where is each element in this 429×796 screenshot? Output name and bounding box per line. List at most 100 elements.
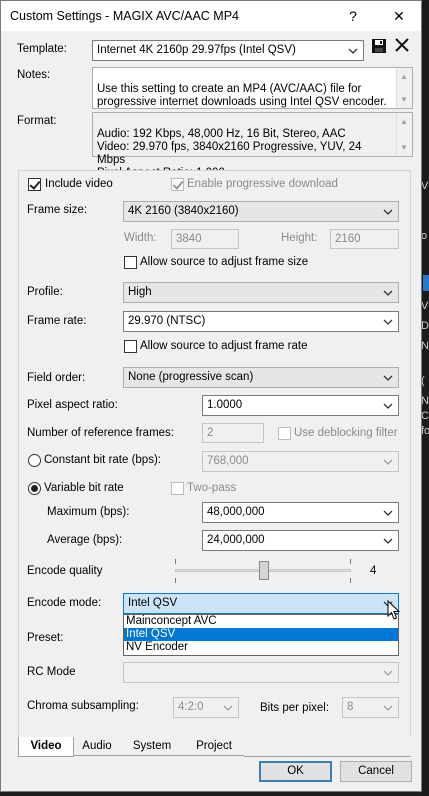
include-video-checkbox[interactable] (28, 178, 41, 191)
chroma-label: Chroma subsampling: (27, 700, 139, 712)
progressive-download-label[interactable]: Enable progressive download (187, 178, 338, 190)
chevron-down-icon (383, 319, 393, 325)
background-fragment: N (421, 395, 429, 407)
notes-scrollbar[interactable]: ▲ ▼ (396, 68, 412, 108)
avg-bitrate-value: 24,000,000 (207, 534, 265, 546)
field-order-label: Field order: (27, 372, 86, 384)
encode-mode-label: Encode mode: (27, 597, 102, 609)
chroma-value: 4:2:0 (178, 701, 204, 713)
tab-audio[interactable]: Audio (74, 737, 120, 756)
mouse-cursor-icon (387, 600, 401, 620)
rc-mode-select[interactable] (123, 662, 399, 683)
bpp-select[interactable]: 8 (342, 697, 399, 718)
template-select[interactable]: Internet 4K 2160p 29.97fps (Intel QSV) (92, 40, 364, 61)
notes-text: Use this setting to create an MP4 (AVC/A… (97, 83, 387, 108)
vbr-label[interactable]: Variable bit rate (44, 482, 124, 494)
tab-system[interactable]: System (120, 737, 184, 756)
chevron-down-icon (383, 510, 393, 516)
encode-mode-option[interactable]: NV Encoder (124, 641, 398, 654)
chevron-down-icon (383, 403, 393, 409)
chevron-down-icon (383, 209, 393, 215)
avg-bitrate-label: Average (bps): (47, 534, 123, 546)
close-button[interactable]: ✕ (381, 4, 417, 28)
help-button[interactable]: ? (335, 4, 371, 28)
encode-mode-select[interactable]: Intel QSV (123, 593, 399, 614)
slider-tick-end-bottom (350, 578, 351, 583)
title-bar[interactable]: Custom Settings - MAGIX AVC/AAC MP4 ? ✕ (1, 1, 421, 31)
width-field[interactable]: 3840 (171, 229, 239, 249)
height-value: 2160 (335, 233, 361, 245)
max-bitrate-label: Maximum (bps): (47, 506, 130, 518)
floppy-disk-icon[interactable] (371, 38, 387, 54)
frame-rate-select[interactable]: 29.970 (NTSC) (123, 311, 399, 332)
background-fragment: fo (421, 425, 429, 437)
allow-frame-size-label[interactable]: Allow source to adjust frame size (140, 256, 308, 268)
progressive-download-checkbox[interactable] (171, 178, 184, 191)
encode-quality-label: Encode quality (27, 565, 103, 577)
tab-project[interactable]: Project (184, 737, 244, 756)
field-order-select[interactable]: None (progressive scan) (123, 367, 399, 388)
deblocking-label[interactable]: Use deblocking filter (294, 427, 398, 439)
encode-mode-option[interactable]: Mainconcept AVC (124, 615, 398, 628)
deblocking-checkbox[interactable] (278, 427, 291, 440)
allow-frame-rate-checkbox[interactable] (124, 340, 137, 353)
encode-mode-option-selected[interactable]: Intel QSV (124, 628, 398, 641)
frame-size-select[interactable]: 4K 2160 (3840x2160) (123, 201, 399, 222)
bpp-label: Bits per pixel: (260, 702, 330, 714)
background-fragment: C (421, 410, 429, 422)
ref-frames-label: Number of reference frames: (27, 427, 175, 439)
two-pass-checkbox[interactable] (171, 482, 184, 495)
preset-label: Preset: (27, 632, 64, 644)
chevron-down-icon (383, 538, 393, 544)
pixel-aspect-label: Pixel aspect ratio: (27, 399, 118, 411)
cbr-radio[interactable] (28, 454, 41, 467)
encode-mode-value: Intel QSV (128, 597, 178, 609)
encode-quality-value: 4 (370, 565, 377, 577)
cancel-button[interactable]: Cancel (340, 761, 412, 782)
chevron-down-icon (223, 705, 233, 711)
width-value: 3840 (176, 233, 202, 245)
cbr-label[interactable]: Constant bit rate (bps): (44, 454, 161, 466)
height-field[interactable]: 2160 (330, 229, 399, 249)
frame-size-label: Frame size: (27, 204, 88, 216)
format-textbox: Audio: 192 Kbps, 48,000 Hz, 16 Bit, Ster… (92, 112, 413, 179)
tabs-divider (244, 756, 411, 757)
frame-size-value: 4K 2160 (3840x2160) (128, 205, 239, 217)
tab-video[interactable]: Video (18, 737, 74, 757)
slider-tick-end (350, 559, 351, 564)
avg-bitrate-select[interactable]: 24,000,000 (202, 530, 399, 551)
chevron-down-icon (348, 48, 358, 54)
encode-mode-dropdown-list: Mainconcept AVC Intel QSV NV Encoder (123, 614, 399, 656)
cbr-value: 768,000 (207, 455, 249, 467)
window-title: Custom Settings - MAGIX AVC/AAC MP4 (10, 9, 240, 23)
ref-frames-field[interactable]: 2 (202, 423, 264, 443)
format-scrollbar[interactable]: ▲ ▼ (396, 113, 412, 156)
width-label: Width: (124, 232, 157, 244)
max-bitrate-select[interactable]: 48,000,000 (202, 502, 399, 523)
profile-label: Profile: (27, 286, 63, 298)
chevron-down-icon (383, 705, 393, 711)
allow-frame-size-checkbox[interactable] (124, 256, 137, 269)
cbr-select[interactable]: 768,000 (202, 451, 399, 472)
slider-thumb[interactable] (259, 561, 269, 580)
include-video-label[interactable]: Include video (45, 178, 113, 190)
vbr-radio[interactable] (28, 482, 41, 495)
template-label: Template: (17, 43, 67, 55)
field-order-value: None (progressive scan) (128, 371, 254, 383)
background-fragment: V (421, 300, 429, 312)
two-pass-label[interactable]: Two-pass (187, 482, 236, 494)
ok-button[interactable]: OK (259, 761, 332, 782)
format-label: Format: (17, 115, 57, 127)
frame-rate-label: Frame rate: (27, 315, 87, 327)
allow-frame-rate-label[interactable]: Allow source to adjust frame rate (140, 340, 307, 352)
encode-quality-slider[interactable] (175, 559, 351, 583)
notes-textbox[interactable]: Use this setting to create an MP4 (AVC/A… (92, 67, 413, 109)
chroma-select[interactable]: 4:2:0 (173, 697, 239, 718)
chevron-down-icon (383, 290, 393, 296)
delete-x-icon[interactable] (395, 38, 409, 52)
height-label: Height: (281, 232, 318, 244)
pixel-aspect-value: 1.0000 (207, 399, 243, 411)
profile-select[interactable]: High (123, 282, 399, 303)
pixel-aspect-select[interactable]: 1.0000 (202, 395, 399, 416)
template-value: Internet 4K 2160p 29.97fps (Intel QSV) (97, 44, 296, 56)
